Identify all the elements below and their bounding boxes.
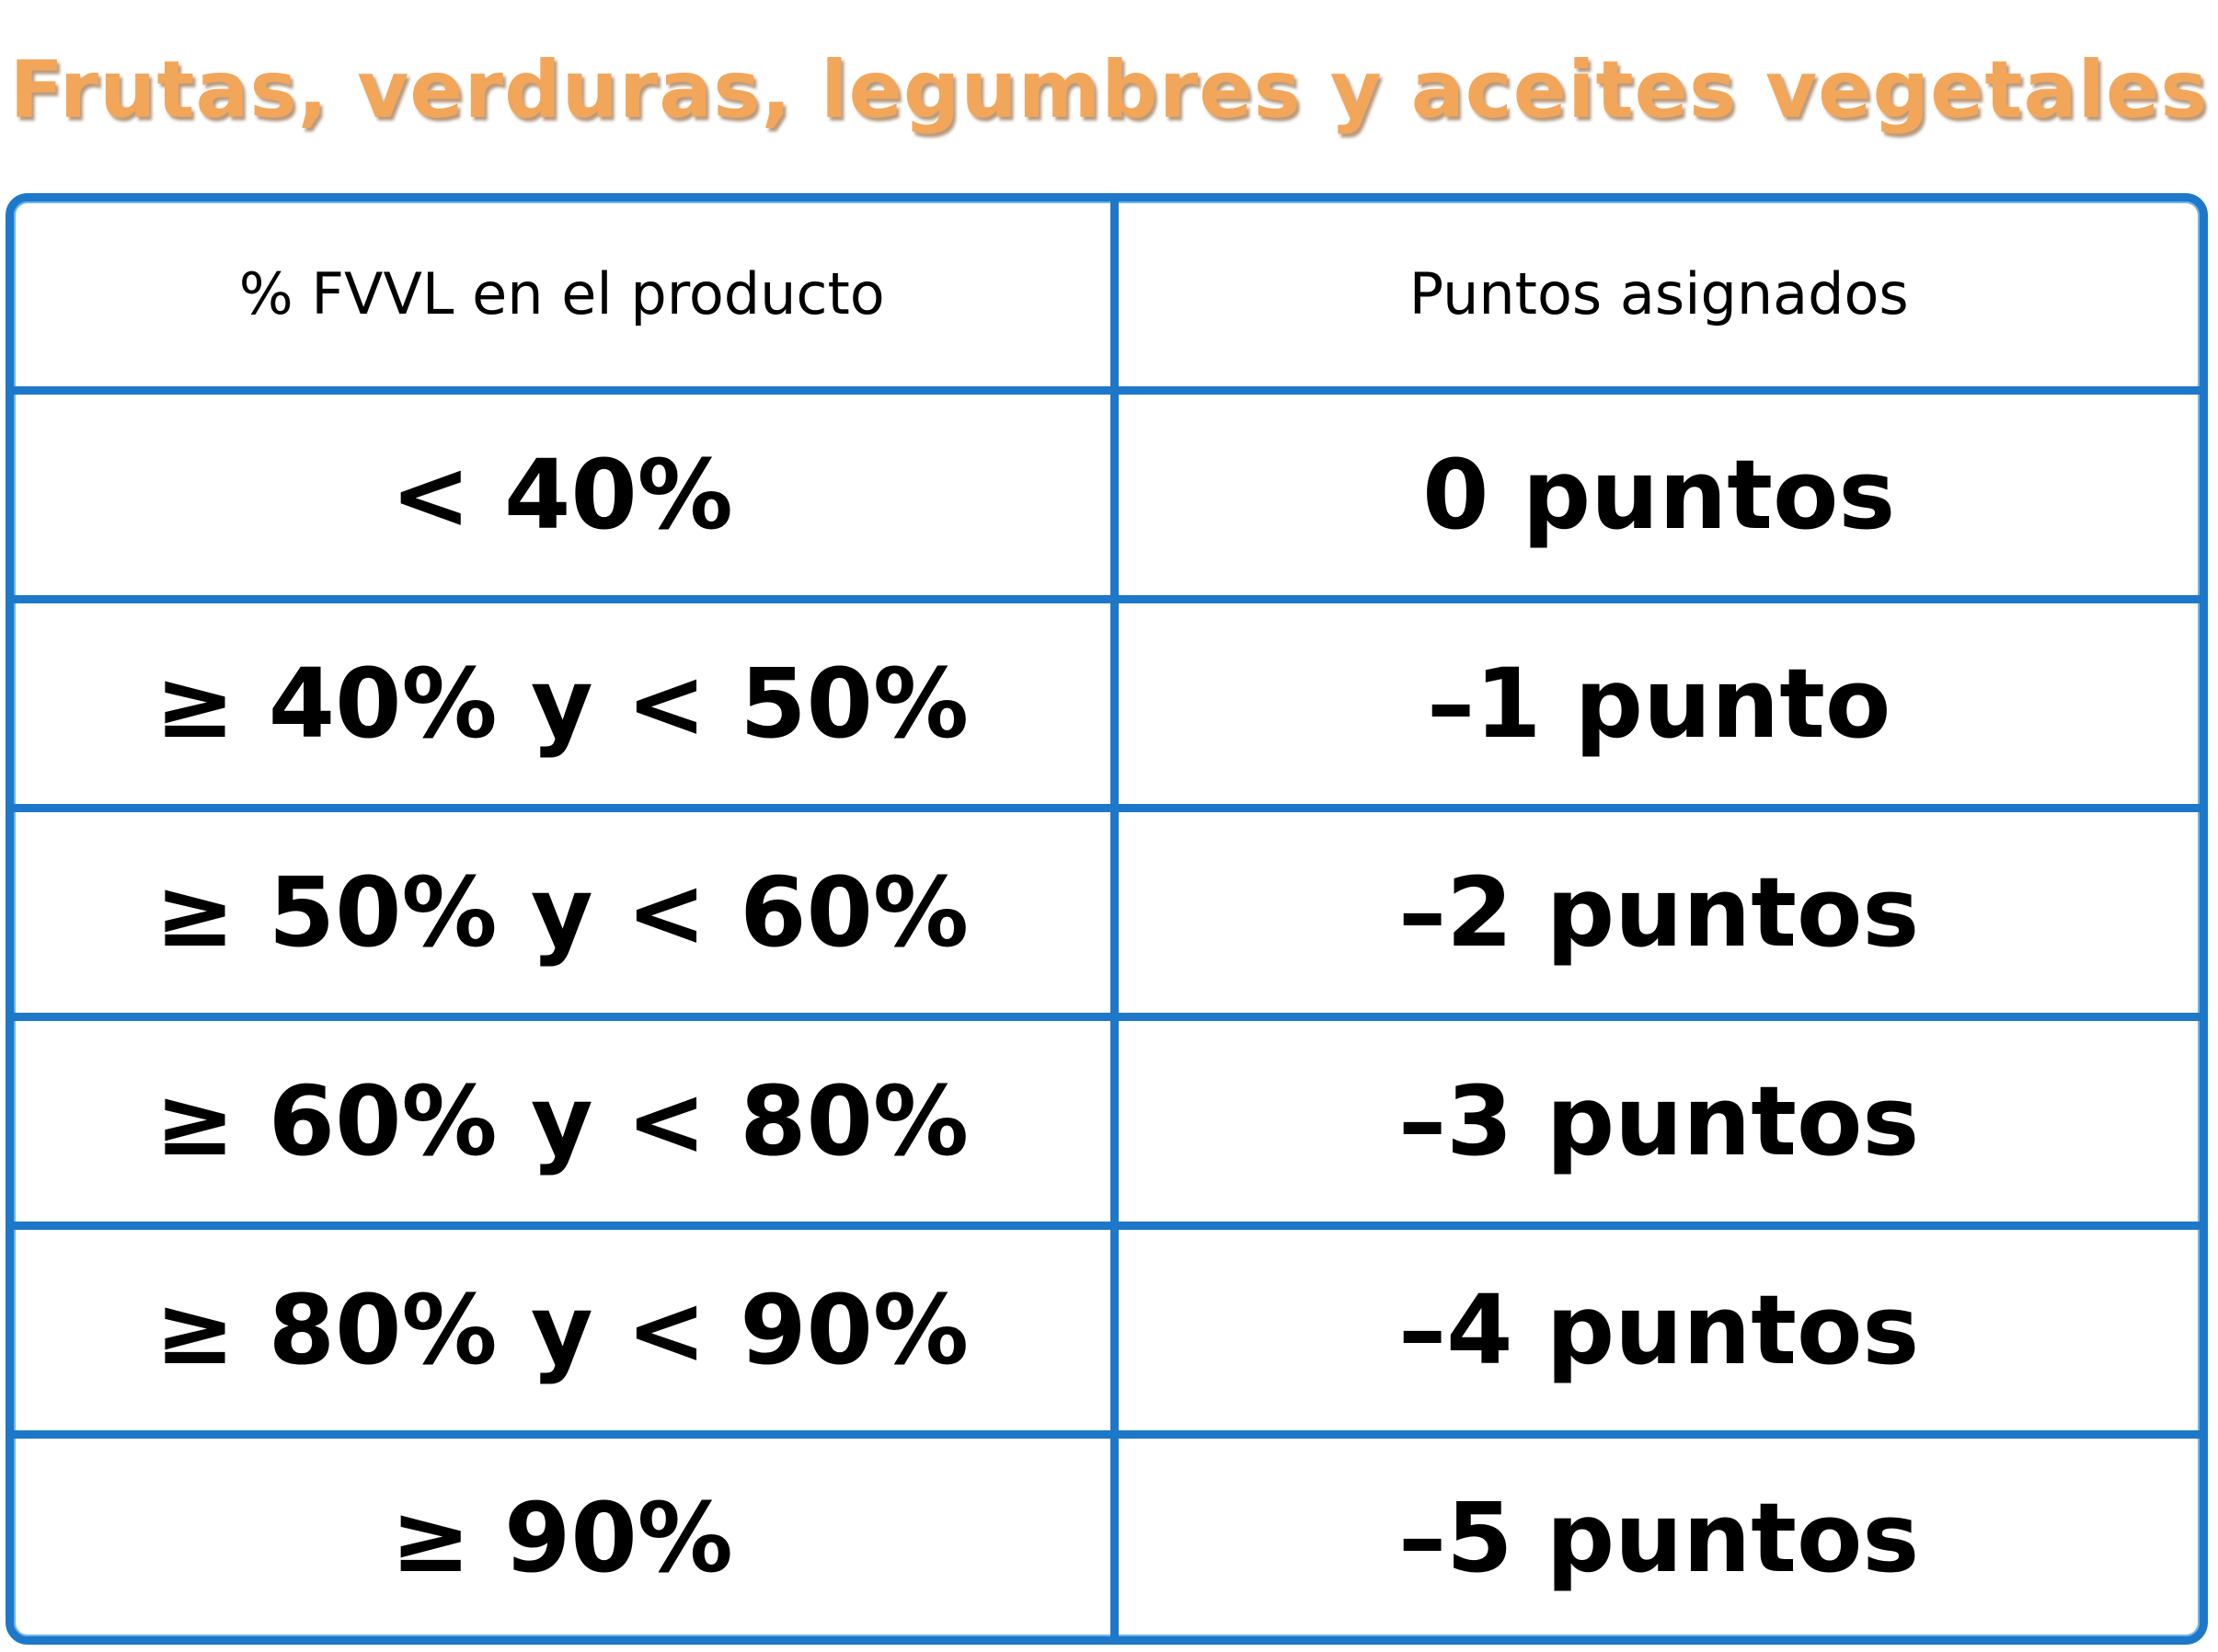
page-title: Frutas, verduras, legumbres y aceites ve…	[9, 44, 2209, 136]
fvvl-range-cell: ≥ 40% y < 50%	[14, 594, 1119, 812]
table-row: ≥ 80% y < 90% –4 puntos	[14, 1221, 2200, 1440]
points-cell: 0 puntos	[1109, 385, 2200, 603]
table-row: ≥ 60% y < 80% –3 puntos	[14, 1012, 2200, 1231]
header-points-assigned: Puntos asignados	[1109, 201, 2200, 395]
points-cell: –4 puntos	[1109, 1221, 2200, 1440]
table-row: < 40% 0 puntos	[14, 385, 2200, 603]
header-fvvl-percent: % FVVL en el producto	[14, 201, 1119, 395]
fvvl-range-cell: ≥ 50% y < 60%	[14, 803, 1119, 1021]
points-table: % FVVL en el producto Puntos asignados <…	[6, 193, 2208, 1645]
table-row: ≥ 90% –5 puntos	[14, 1430, 2200, 1636]
table-header-row: % FVVL en el producto Puntos asignados	[14, 201, 2200, 395]
fvvl-range-cell: ≥ 60% y < 80%	[14, 1012, 1119, 1231]
points-cell: –5 puntos	[1109, 1430, 2200, 1636]
table-row: ≥ 40% y < 50% –1 punto	[14, 594, 2200, 812]
points-cell: –3 puntos	[1109, 1012, 2200, 1231]
fvvl-range-cell: < 40%	[14, 385, 1119, 603]
table-row: ≥ 50% y < 60% –2 puntos	[14, 803, 2200, 1021]
points-cell: –2 puntos	[1109, 803, 2200, 1021]
fvvl-points-table: % FVVL en el producto Puntos asignados <…	[14, 201, 2200, 1636]
fvvl-range-cell: ≥ 90%	[14, 1430, 1119, 1636]
points-cell: –1 punto	[1109, 594, 2200, 812]
fvvl-range-cell: ≥ 80% y < 90%	[14, 1221, 1119, 1440]
